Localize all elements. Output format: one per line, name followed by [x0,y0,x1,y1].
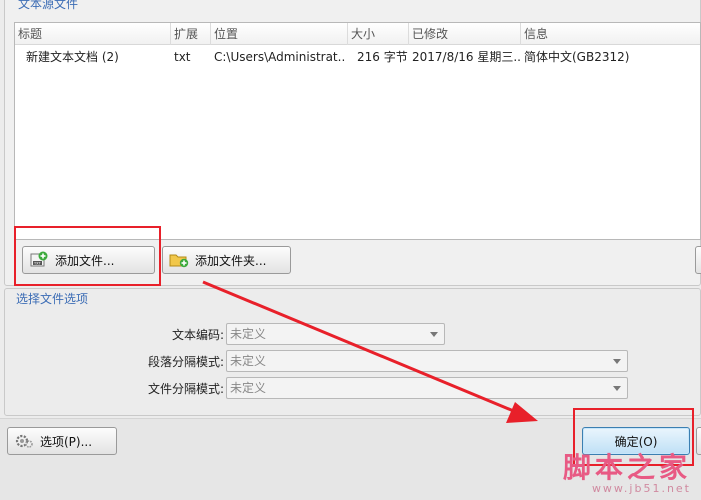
watermark-url: www.jb51.net [591,482,691,495]
watermark-logo: 脚本之家 [562,451,691,484]
annotation-arrow [202,280,538,423]
